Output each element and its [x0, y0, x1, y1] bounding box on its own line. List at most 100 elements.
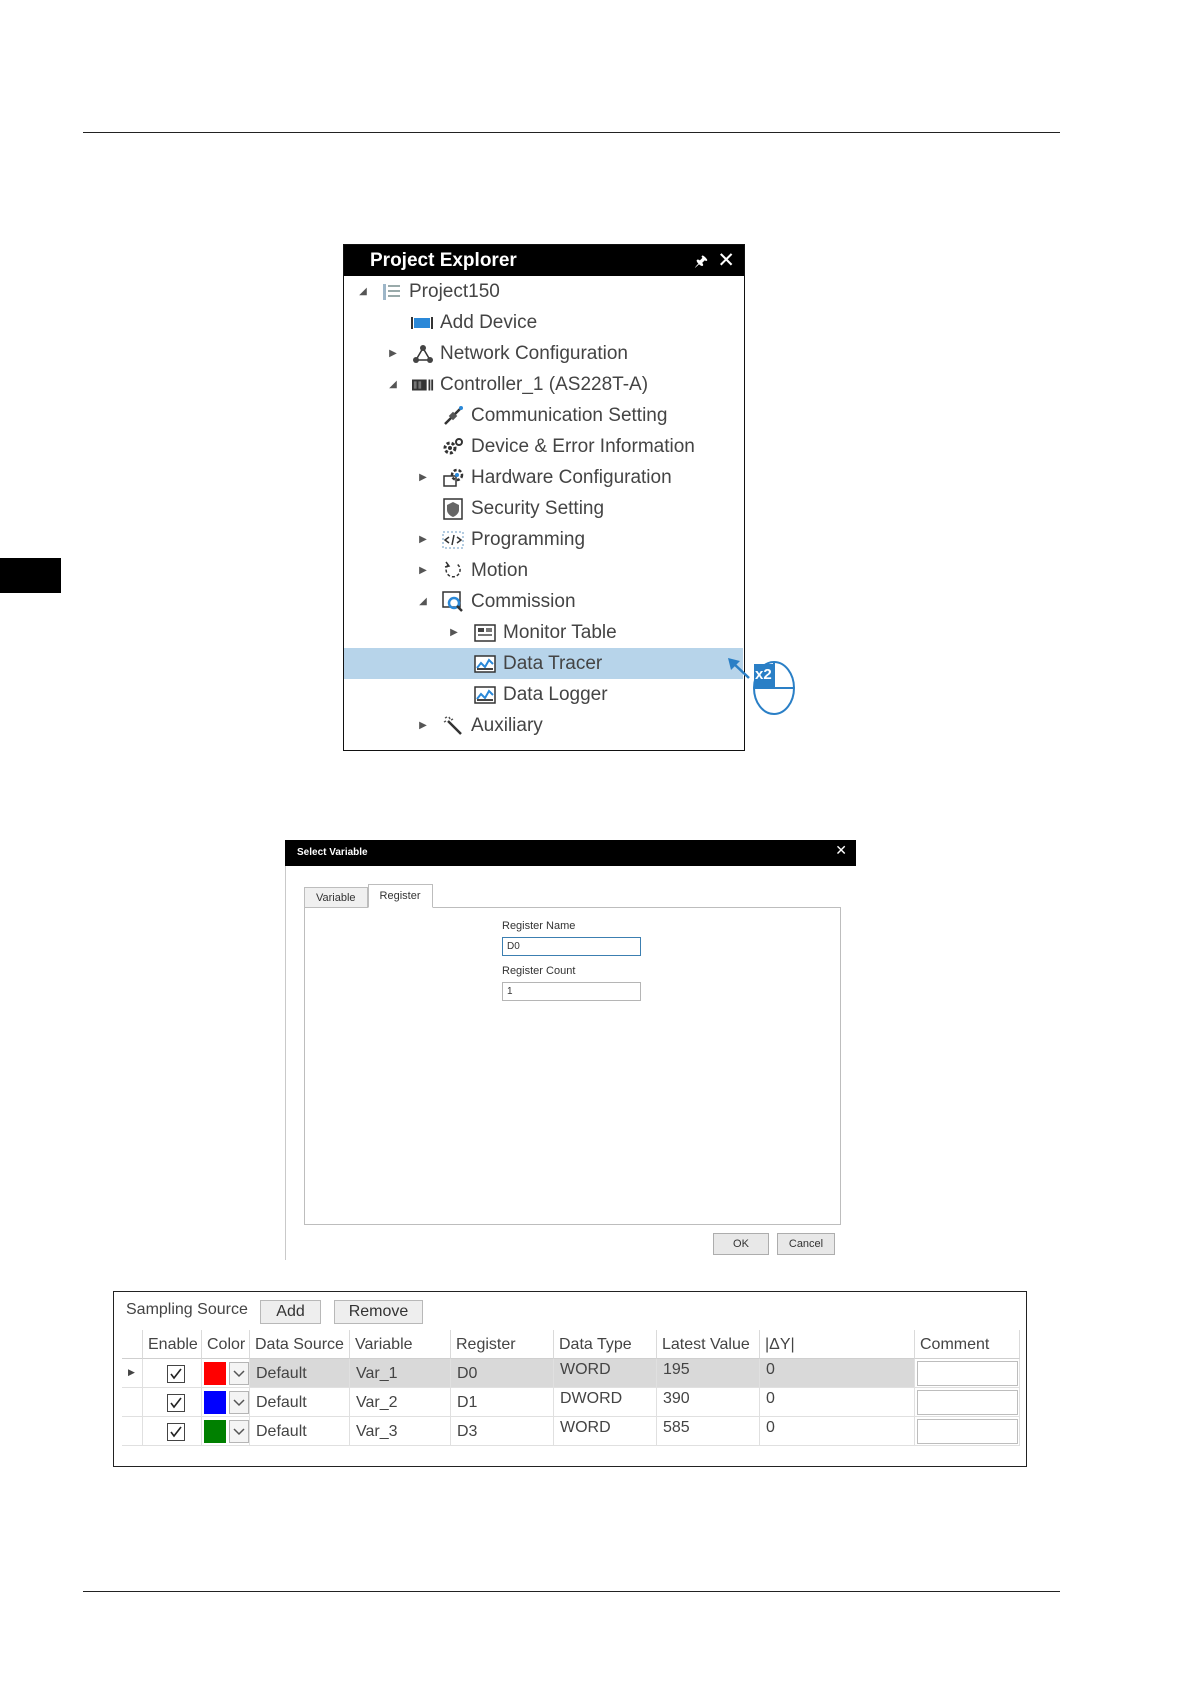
expanded-arrow-icon[interactable]: ◢	[386, 378, 400, 392]
color-cell[interactable]	[202, 1417, 250, 1446]
collapsed-arrow-icon[interactable]: ▶	[386, 347, 400, 361]
column-header[interactable]: Comment	[915, 1330, 1020, 1359]
table-row[interactable]: ▶ Default Var_1 D0 WORD 195 0	[122, 1359, 1028, 1388]
ok-button[interactable]: OK	[713, 1233, 769, 1255]
tree-item-network-configuration[interactable]: ▶ Network Configuration	[344, 338, 743, 369]
table-row[interactable]: Default Var_2 D1 DWORD 390 0	[122, 1388, 1028, 1417]
tree-item-controller[interactable]: ◢ Controller_1 (AS228T-A)	[344, 369, 743, 400]
color-swatch[interactable]	[204, 1420, 226, 1443]
data-source-cell[interactable]: Default	[250, 1388, 350, 1417]
comment-cell[interactable]	[915, 1417, 1020, 1446]
motion-icon	[442, 560, 464, 582]
comment-input[interactable]	[917, 1390, 1018, 1415]
color-cell[interactable]	[202, 1388, 250, 1417]
tree-item-hardware-configuration[interactable]: ▶ Hardware Configuration	[344, 462, 743, 493]
add-button[interactable]: Add	[260, 1300, 321, 1324]
project-icon	[381, 281, 403, 303]
tree-item-project150[interactable]: ◢ Project150	[344, 276, 743, 307]
comment-input[interactable]	[917, 1361, 1018, 1386]
data-source-cell[interactable]: Default	[250, 1417, 350, 1446]
data-source-cell[interactable]: Default	[250, 1359, 350, 1388]
tree-item-monitor-table[interactable]: ▶ Monitor Table	[344, 617, 743, 648]
auxiliary-icon	[442, 715, 464, 737]
cancel-button[interactable]: Cancel	[777, 1233, 835, 1255]
color-swatch[interactable]	[204, 1391, 226, 1414]
data-tracer-icon	[474, 653, 496, 675]
tree-item-label: Monitor Table	[503, 621, 617, 643]
row-indicator[interactable]: ▶	[122, 1359, 143, 1388]
color-cell[interactable]	[202, 1359, 250, 1388]
close-icon[interactable]: ✕	[835, 842, 847, 859]
controller-icon	[412, 374, 434, 396]
tree-item-data-logger[interactable]: Data Logger	[344, 679, 743, 710]
enable-checkbox[interactable]	[167, 1394, 185, 1412]
column-header[interactable]: Register	[451, 1330, 554, 1359]
close-icon[interactable]: ✕	[717, 248, 735, 273]
data-type-cell[interactable]: WORD	[554, 1359, 657, 1388]
tab-variable[interactable]: Variable	[304, 887, 368, 908]
comment-cell[interactable]	[915, 1388, 1020, 1417]
collapsed-arrow-icon[interactable]: ▶	[416, 471, 430, 485]
enable-cell[interactable]	[143, 1388, 202, 1417]
column-header[interactable]: |ΔY|	[760, 1330, 915, 1359]
tree-item-motion[interactable]: ▶ Motion	[344, 555, 743, 586]
collapsed-arrow-icon[interactable]: ▶	[447, 626, 461, 640]
column-header[interactable]: Data Source	[250, 1330, 350, 1359]
tree-item-label: Hardware Configuration	[471, 466, 672, 488]
column-header[interactable]: Color	[202, 1330, 250, 1359]
enable-checkbox[interactable]	[167, 1423, 185, 1441]
tab-register[interactable]: Register	[367, 884, 433, 908]
row-indicator[interactable]	[122, 1417, 143, 1446]
register-count-label: Register Count	[502, 965, 576, 977]
column-header[interactable]: Enable	[143, 1330, 202, 1359]
expanded-arrow-icon[interactable]: ◢	[416, 595, 430, 609]
remove-button[interactable]: Remove	[334, 1300, 423, 1324]
enable-cell[interactable]	[143, 1417, 202, 1446]
register-name-input[interactable]	[502, 937, 641, 956]
tree-item-add-device[interactable]: Add Device	[344, 307, 743, 338]
pin-icon[interactable]: 🖈	[694, 251, 708, 276]
register-cell[interactable]: D1	[451, 1388, 554, 1417]
tree-item-commission[interactable]: ◢ Commission	[344, 586, 743, 617]
tree-item-security-setting[interactable]: Security Setting	[344, 493, 743, 524]
tree-item-communication-setting[interactable]: Communication Setting	[344, 400, 743, 431]
chevron-down-icon[interactable]	[229, 1420, 249, 1443]
enable-checkbox[interactable]	[167, 1365, 185, 1383]
expanded-arrow-icon[interactable]: ◢	[356, 285, 370, 299]
tree-item-auxiliary[interactable]: ▶ Auxiliary	[344, 710, 743, 741]
collapsed-arrow-icon[interactable]: ▶	[416, 719, 430, 733]
table-row[interactable]: Default Var_3 D3 WORD 585 0	[122, 1417, 1028, 1446]
variable-cell[interactable]: Var_3	[350, 1417, 451, 1446]
collapsed-arrow-icon[interactable]: ▶	[416, 533, 430, 547]
variable-cell[interactable]: Var_1	[350, 1359, 451, 1388]
tree-item-device-error-information[interactable]: Device & Error Information	[344, 431, 743, 462]
color-swatch[interactable]	[204, 1362, 226, 1385]
dialog-tabs: Variable Register	[304, 884, 433, 908]
delta-y-cell: 0	[760, 1417, 915, 1446]
chevron-down-icon[interactable]	[229, 1391, 249, 1414]
security-icon	[442, 497, 464, 520]
double-click-badge: x2	[755, 666, 772, 683]
collapsed-arrow-icon[interactable]: ▶	[416, 564, 430, 578]
tree-item-programming[interactable]: ▶ Programming	[344, 524, 743, 555]
register-count-input[interactable]	[502, 982, 641, 1001]
register-cell[interactable]: D3	[451, 1417, 554, 1446]
programming-icon	[442, 529, 464, 551]
enable-cell[interactable]	[143, 1359, 202, 1388]
variable-cell[interactable]: Var_2	[350, 1388, 451, 1417]
data-type-cell[interactable]: WORD	[554, 1417, 657, 1446]
commission-icon	[442, 590, 464, 613]
comment-cell[interactable]	[915, 1359, 1020, 1388]
chevron-down-icon[interactable]	[229, 1362, 249, 1385]
monitor-table-icon	[474, 622, 496, 644]
comment-input[interactable]	[917, 1419, 1018, 1444]
row-indicator[interactable]	[122, 1388, 143, 1417]
column-header[interactable]: Variable	[350, 1330, 451, 1359]
register-tab-panel: Register Name Register Count	[304, 907, 841, 1225]
device-error-icon	[442, 436, 464, 458]
register-cell[interactable]: D0	[451, 1359, 554, 1388]
column-header[interactable]: Latest Value	[657, 1330, 760, 1359]
tree-item-data-tracer[interactable]: Data Tracer	[344, 648, 743, 679]
data-type-cell[interactable]: DWORD	[554, 1388, 657, 1417]
column-header[interactable]: Data Type	[554, 1330, 657, 1359]
